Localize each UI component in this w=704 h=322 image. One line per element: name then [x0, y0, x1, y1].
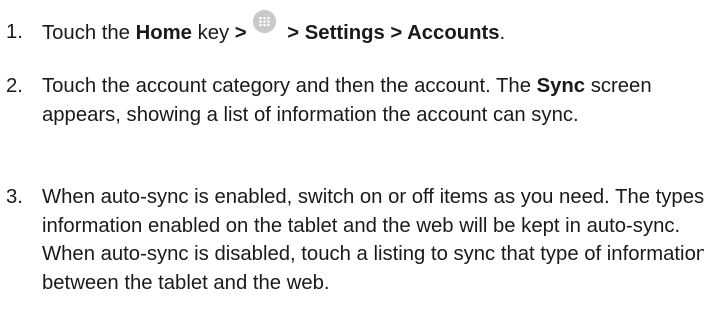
text-run: Touch the	[42, 22, 136, 44]
text-run: .	[499, 22, 506, 44]
step-text: When auto-sync is enabled, switch on or …	[42, 186, 704, 294]
text-run: key	[191, 22, 235, 44]
arrow-separator: >	[234, 22, 247, 44]
step-2: 2. Touch the account category and then t…	[0, 72, 704, 129]
step-text: Touch the account category and then the …	[42, 75, 652, 126]
apps-grid-icon	[252, 10, 276, 33]
step-1: 1. Touch the Home key > > Settings > Acc…	[0, 10, 704, 48]
sync-label: Sync	[536, 75, 586, 97]
step-3: 3. When auto-sync is enabled, switch on …	[0, 183, 704, 297]
step-number: 3.	[6, 186, 23, 208]
step-number: 2.	[6, 75, 23, 97]
settings-accounts-path: > Settings > Accounts	[281, 22, 500, 44]
step-number: 1.	[6, 21, 23, 43]
text-run: Touch the account category and then the …	[42, 75, 537, 97]
home-key-label: Home	[135, 22, 192, 44]
step-text: Touch the Home key > > Settings > Accoun…	[42, 10, 506, 44]
